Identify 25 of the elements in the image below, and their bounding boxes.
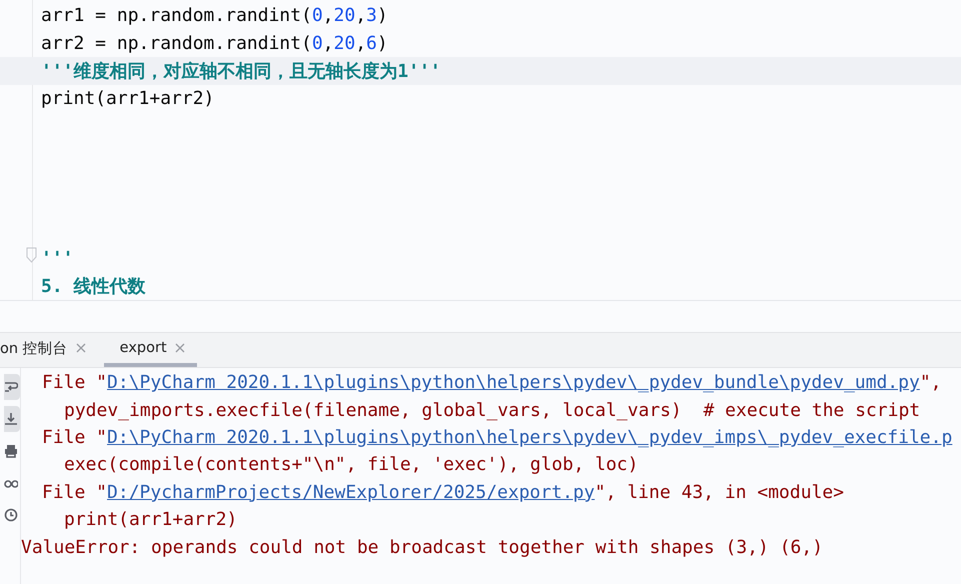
toolbar-toggle[interactable]: [4, 374, 20, 400]
traceback-line: exec(compile(contents+"\n", file, 'exec'), glob, loc): [63, 454, 638, 476]
code-line: arr1 = np.random.randint(0,20,3): [41, 5, 388, 26]
file-link[interactable]: D:/PycharmProjects/NewExplorer/2025/export.py: [107, 482, 595, 503]
clock-icon: [4, 508, 18, 522]
code-line: 5. 线性代数: [41, 275, 146, 298]
error-message: ValueError: operands could not be broadcast together with shapes (3,) (6,): [21, 536, 823, 558]
code-line: print(arr1+arr2): [41, 88, 214, 109]
toolbar-toggle[interactable]: [4, 406, 20, 432]
console-tab[interactable]: on 控制台: [0, 333, 98, 367]
scroll-to-end-icon: [4, 412, 18, 426]
code-line: arr2 = np.random.randint(0,20,6): [41, 32, 388, 54]
soft-wrap-icon: [4, 380, 18, 394]
code-editor[interactable]: arr1 = np.random.randint(0,20,3) arr2 = np.random.randint(0,20,6) '''维度相同，对应轴不相同，且无轴长度为1''' print(arr1+arr2) ''' 5. 线性代数: [0, 0, 961, 301]
file-link[interactable]: D:\PyCharm 2020.1.1\plugins\python\helpers\pydev\_pydev_bundle\pydev_umd.py: [107, 372, 920, 394]
fold-marker-icon[interactable]: [26, 247, 37, 263]
code-line: '''维度相同，对应轴不相同，且无轴长度为1''': [41, 60, 441, 83]
printer-icon: [4, 444, 18, 458]
traceback-line: File "D:/PycharmProjects/NewExplorer/2025/export.py", line 43, in <module>: [41, 482, 844, 503]
traceback-line: File "D:\PyCharm 2020.1.1\plugins\python\helpers\pydev\_pydev_imps\_pydev_execfile.p: [41, 426, 952, 448]
file-link[interactable]: D:\PyCharm 2020.1.1\plugins\python\helpers\pydev\_pydev_imps\_pydev_execfile.p: [107, 426, 952, 448]
traceback-line: pydev_imports.execfile(filename, global_vars, local_vars) # execute the script: [63, 400, 920, 421]
traceback-line: print(arr1+arr2): [63, 509, 238, 530]
code-line: ''': [41, 248, 74, 270]
traceback-line: File "D:\PyCharm 2020.1.1\plugins\python\helpers\pydev\_pydev_bundle\pydev_umd.py",: [41, 372, 942, 394]
